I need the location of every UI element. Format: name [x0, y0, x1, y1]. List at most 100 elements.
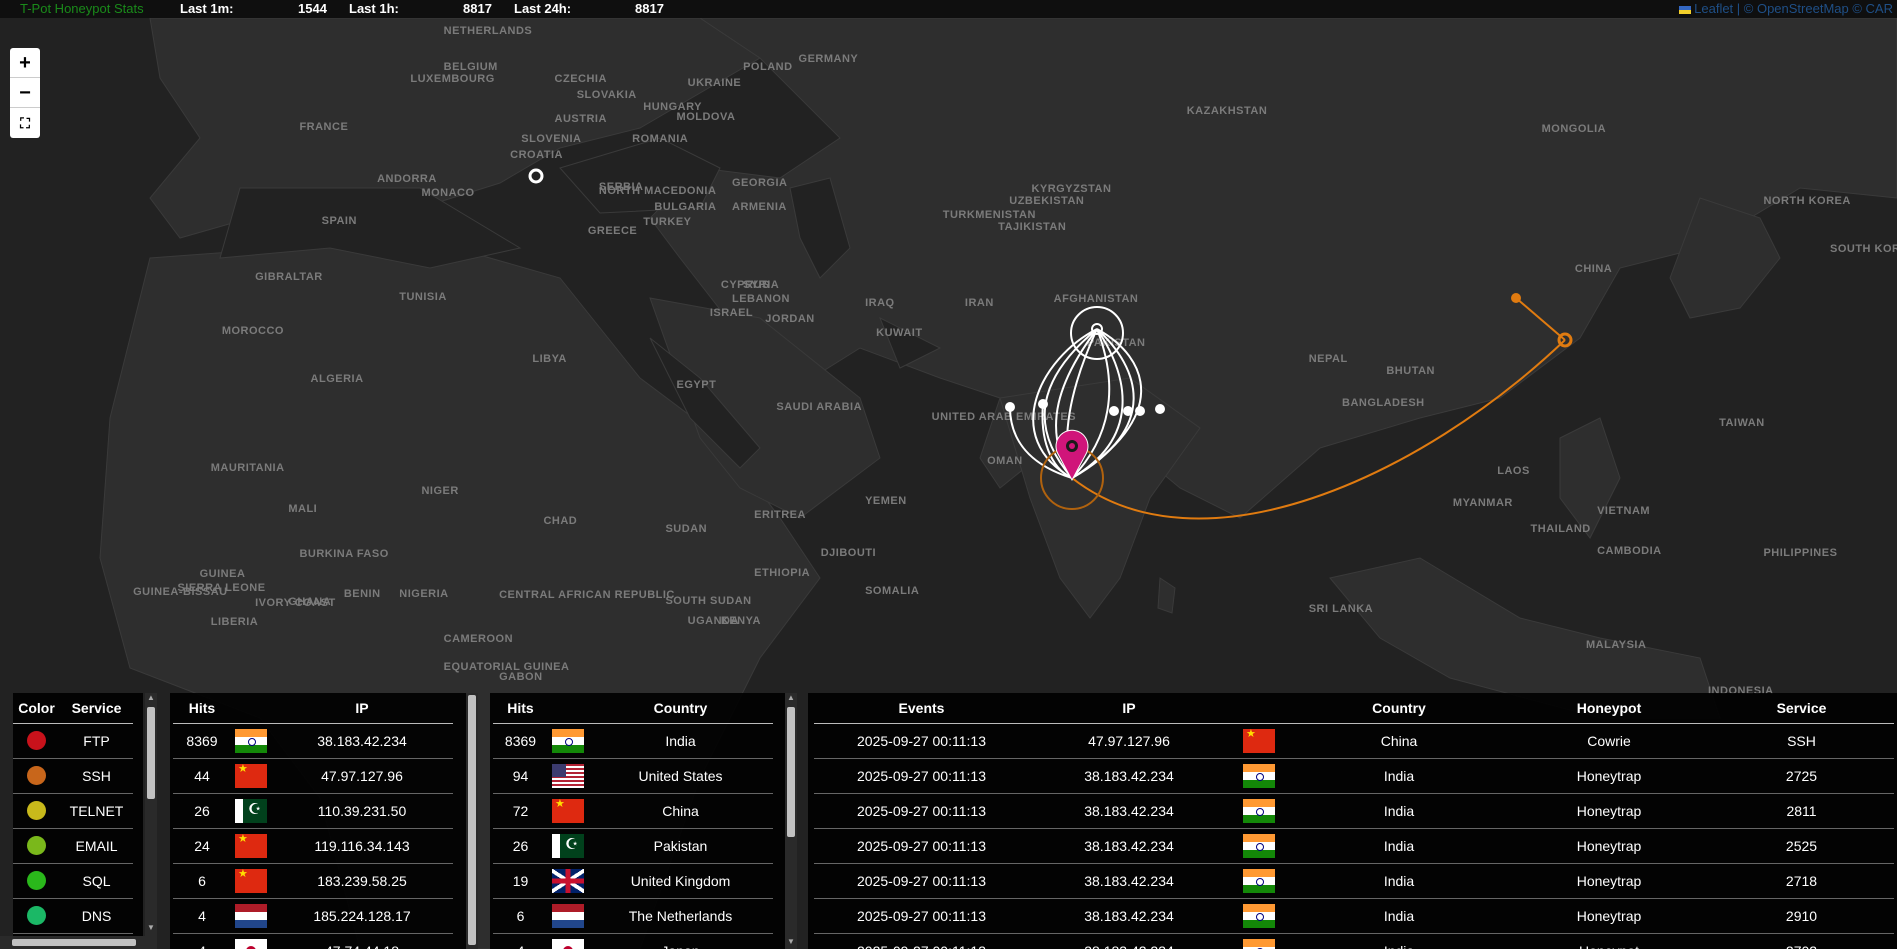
service-color-cell: [13, 863, 60, 899]
country-label: BHUTAN: [1386, 365, 1435, 377]
event-flag-cell: [1229, 758, 1289, 794]
gb-flag-icon: [552, 868, 584, 893]
country-label: DJIBOUTI: [821, 547, 876, 559]
ip-flag-cell: [231, 828, 271, 864]
country-label: FRANCE: [299, 121, 348, 133]
china-source-point[interactable]: [1511, 293, 1521, 303]
country-hits: 72: [493, 793, 548, 829]
service-row: TELNET: [13, 793, 133, 829]
country-label: MYANMAR: [1453, 497, 1513, 509]
event-ip: 47.97.127.96: [1029, 723, 1229, 759]
country-row[interactable]: 8369 India: [493, 723, 773, 759]
country-label: CAMEROON: [444, 633, 513, 645]
cn-flag-icon: [235, 763, 267, 788]
country-label: GIBRALTAR: [255, 271, 323, 283]
country-label: MOROCCO: [222, 325, 284, 337]
country-label: LUXEMBOURG: [410, 73, 494, 85]
country-label: EGYPT: [677, 379, 717, 391]
ip-hits: 4: [173, 898, 231, 934]
event-service: SSH: [1709, 723, 1894, 759]
country-row[interactable]: 19 United Kingdom: [493, 863, 773, 899]
country-label: VIETNAM: [1597, 505, 1650, 517]
event-row[interactable]: 2025-09-27 00:11:1338.183.42.234 IndiaHon…: [814, 828, 1894, 864]
country-row[interactable]: 6 The Netherlands: [493, 898, 773, 934]
ip-row[interactable]: 4 185.224.128.17: [173, 898, 453, 934]
event-ip: 38.183.42.234: [1029, 793, 1229, 829]
country-row[interactable]: 4 Japan: [493, 933, 773, 949]
country-label: MALAYSIA: [1586, 639, 1646, 651]
country-hits: 4: [493, 933, 548, 949]
fullscreen-button[interactable]: ⛶: [10, 108, 40, 138]
country-label: CZECHIA: [555, 73, 607, 85]
country-label: MALI: [288, 503, 317, 515]
country-row[interactable]: 26 Pakistan: [493, 828, 773, 864]
ip-row[interactable]: 44 47.97.127.96: [173, 758, 453, 794]
scroll-down-arrow-icon[interactable]: ▼: [786, 937, 796, 947]
country-label: BENIN: [344, 588, 381, 600]
bulgaria-marker[interactable]: [528, 168, 544, 184]
country-flag-cell: [548, 793, 588, 829]
event-ip: 38.183.42.234: [1029, 863, 1229, 899]
scroll-up-arrow-icon[interactable]: ▲: [146, 693, 156, 703]
event-row[interactable]: 2025-09-27 00:11:1338.183.42.234 IndiaHon…: [814, 898, 1894, 934]
country-panel-scrollbar[interactable]: ▲ ▼: [785, 693, 797, 949]
event-ip: 38.183.42.234: [1029, 898, 1229, 934]
us-flag-icon: [552, 763, 584, 788]
country-label: ALGERIA: [311, 373, 364, 385]
top-countries-panel: Hits Country 8369 India 94 United States 72 C…: [490, 693, 786, 949]
event-row[interactable]: 2025-09-27 00:11:1338.183.42.234 IndiaHon…: [814, 863, 1894, 899]
hscroll-thumb[interactable]: [12, 939, 136, 946]
event-service: 2525: [1709, 828, 1894, 864]
event-row[interactable]: 2025-09-27 00:11:1338.183.42.234 IndiaHon…: [814, 933, 1894, 949]
country-label: ETHIOPIA: [754, 567, 810, 579]
country-row[interactable]: 72 China: [493, 793, 773, 829]
country-label: SRI LANKA: [1309, 603, 1373, 615]
scrollbar-thumb[interactable]: [147, 707, 155, 799]
ip-row[interactable]: 26 110.39.231.50: [173, 793, 453, 829]
scrollbar-thumb[interactable]: [468, 695, 476, 945]
scroll-down-arrow-icon[interactable]: ▼: [146, 923, 156, 933]
zoom-in-button[interactable]: +: [10, 48, 40, 78]
service-name: DNS: [60, 898, 133, 934]
event-ip-header: IP: [1029, 693, 1229, 724]
service-row: EMAIL: [13, 828, 133, 864]
event-row[interactable]: 2025-09-27 00:11:1347.97.127.96 ChinaCowr…: [814, 723, 1894, 759]
attribution-text[interactable]: Leaflet | © OpenStreetMap © CAR: [1694, 1, 1893, 16]
ip-address: 183.239.58.25: [271, 863, 453, 899]
country-name: United States: [588, 758, 773, 794]
zoom-out-button[interactable]: −: [10, 78, 40, 108]
ip-row[interactable]: 8369 38.183.42.234: [173, 723, 453, 759]
pk-flag-icon: [235, 798, 267, 823]
scrollbar-thumb[interactable]: [787, 707, 795, 837]
country-label: LIBYA: [532, 353, 567, 365]
country-label: ISRAEL: [710, 307, 753, 319]
ip-row[interactable]: 6 183.239.58.25: [173, 863, 453, 899]
country-label: ROMANIA: [632, 133, 688, 145]
service-panel-scrollbar[interactable]: ▲ ▼: [145, 693, 157, 949]
country-flag-cell: [548, 898, 588, 934]
event-honeypot: Honeytrap: [1509, 758, 1709, 794]
country-label: AUSTRIA: [555, 113, 607, 125]
country-label: IRAQ: [865, 297, 895, 309]
event-row[interactable]: 2025-09-27 00:11:1338.183.42.234 IndiaHon…: [814, 793, 1894, 829]
country-label: ERITREA: [754, 509, 806, 521]
event-row[interactable]: 2025-09-27 00:11:1338.183.42.234 IndiaHon…: [814, 758, 1894, 794]
event-flag-cell: [1229, 828, 1289, 864]
country-label: SOUTH SUDAN: [665, 595, 751, 607]
last-1m-value: 1544: [298, 1, 327, 16]
country-label: SLOVENIA: [521, 133, 581, 145]
ip-row[interactable]: 4 47.74.44.18: [173, 933, 453, 949]
ip-row[interactable]: 24 119.116.34.143: [173, 828, 453, 864]
country-row[interactable]: 94 United States: [493, 758, 773, 794]
country-label: TURKMENISTAN: [943, 209, 1036, 221]
scroll-up-arrow-icon[interactable]: ▲: [786, 693, 796, 703]
map-attribution[interactable]: Leaflet | © OpenStreetMap © CAR: [1679, 0, 1893, 17]
country-label: MAURITANIA: [211, 462, 285, 474]
country-hits: 26: [493, 828, 548, 864]
country-label: PHILIPPINES: [1763, 547, 1837, 559]
service-color-dot: [27, 836, 46, 855]
ip-panel-scrollbar[interactable]: [466, 693, 478, 949]
app-title[interactable]: T-Pot Honeypot Stats: [20, 0, 144, 17]
service-name: FTP: [60, 723, 133, 759]
service-panel-hscrollbar[interactable]: [0, 936, 150, 949]
